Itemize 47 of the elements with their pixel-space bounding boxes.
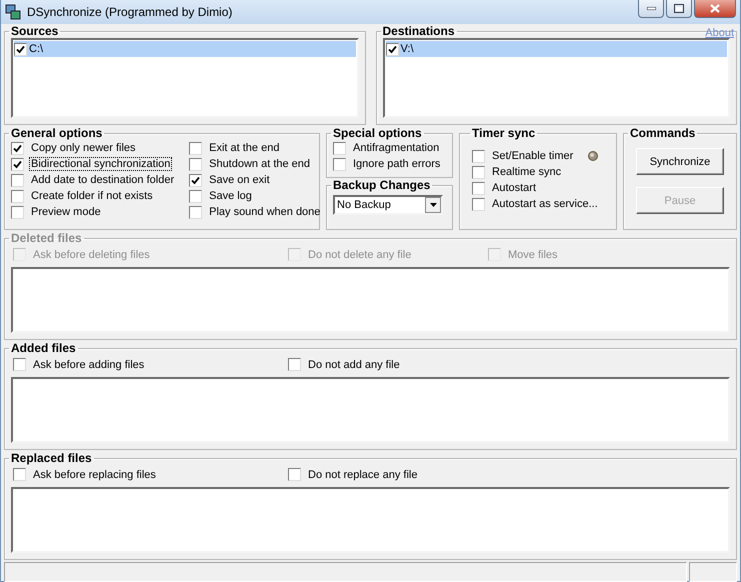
checkbox[interactable]: Save on exit [189,172,322,188]
checkbox[interactable]: Preview mode [11,204,176,220]
checkbox[interactable]: Shutdown at the end [189,156,322,172]
backup-dropdown[interactable]: No Backup [333,195,443,215]
group-title: Deleted files [10,231,83,245]
minimize-button[interactable] [638,0,664,18]
maximize-button[interactable] [666,0,692,18]
checkbox[interactable]: Play sound when done [189,204,322,220]
list-item[interactable]: V:\ [386,41,727,57]
group-title: Added files [10,341,77,355]
maximize-icon [674,4,684,13]
window-title: DSynchronize (Programmed by Dimio) [27,5,234,19]
checkbox[interactable]: Autostart [472,180,538,196]
checkbox[interactable]: Save log [189,188,322,204]
checkbox[interactable]: Realtime sync [472,164,562,180]
checkbox[interactable]: Bidirectional synchronization [11,156,176,172]
group-title: Sources [10,24,60,38]
checkmark-icon [191,176,200,184]
checkbox[interactable]: Set/Enable timer [472,148,574,164]
checkbox[interactable]: Ask before adding files [13,356,288,372]
checkmark-icon [16,44,25,54]
status-bar-pane [689,562,737,582]
close-icon [710,4,720,13]
group-title: General options [10,126,104,140]
group-title: Timer sync [471,126,536,140]
app-icon [5,4,21,20]
checkbox[interactable]: Antifragmentation [333,140,446,156]
group-title: Destinations [382,24,456,38]
checkmark-icon [388,44,396,54]
checkbox[interactable]: Exit at the end [189,140,322,156]
group-title: Special options [332,126,423,140]
list-item[interactable]: C:\ [14,41,356,57]
checkbox[interactable]: Autostart as service... [472,196,599,212]
caret-icon [430,203,436,207]
group-title: Commands [629,126,696,140]
checkbox[interactable]: Ignore path errors [333,156,446,172]
checkbox[interactable]: Add date to destination folder [11,172,176,188]
command-button[interactable]: Synchronize [636,148,724,175]
checkbox[interactable]: Create folder if not exists [11,188,176,204]
checkbox[interactable]: Do not replace any file [288,466,488,482]
checkbox[interactable]: Ask before replacing files [13,466,288,482]
close-button[interactable] [694,0,736,18]
group-title: Backup Changes [332,178,432,192]
group-title: Replaced files [10,451,93,465]
minimize-icon [646,7,656,10]
checkbox[interactable]: Do not add any file [288,356,488,372]
checkbox[interactable]: Copy only newer files [11,140,176,156]
